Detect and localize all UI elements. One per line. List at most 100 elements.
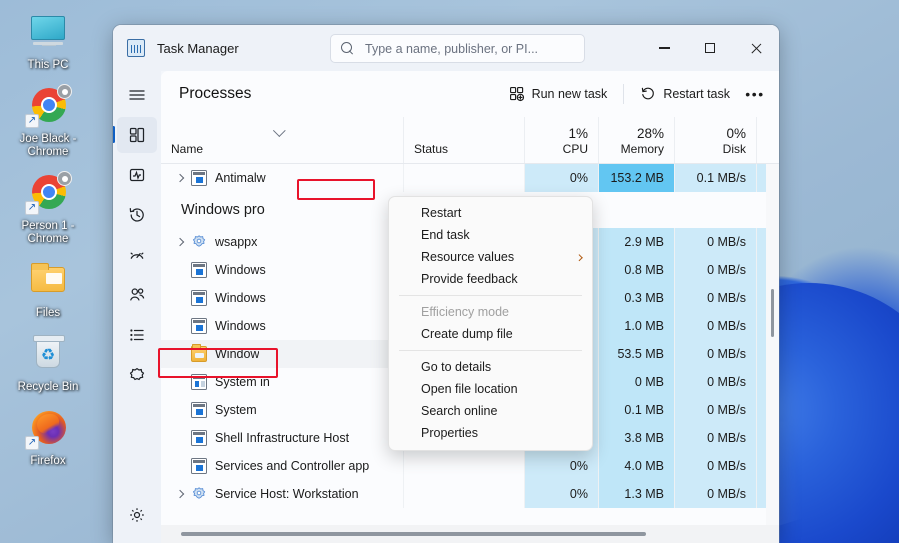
desktop-icon-joe-black-chrome[interactable]: ↗ Joe Black - Chrome — [2, 80, 94, 167]
maximize-button[interactable] — [687, 25, 733, 71]
sidebar-item-hamburger[interactable] — [117, 77, 157, 113]
toolbar-divider — [623, 84, 624, 104]
table-row[interactable]: Antimalw0%153.2 MB0.1 MB/s0 — [161, 164, 779, 192]
cell-status — [403, 480, 524, 508]
expand-toggle[interactable] — [169, 491, 191, 497]
more-options-button[interactable]: ••• — [739, 79, 771, 109]
column-header-memory[interactable]: 28% Memory — [598, 117, 674, 163]
cell-cpu: 0% — [524, 480, 598, 508]
cell-name: System in — [161, 368, 403, 396]
vertical-scrollbar-thumb[interactable] — [771, 289, 774, 337]
cell-name: Windows — [161, 312, 403, 340]
column-label: CPU — [535, 142, 588, 157]
table-row[interactable]: Services and Controller app0%4.0 MB0 MB/… — [161, 452, 779, 480]
desktop-icon-person-1-chrome[interactable]: ↗ Person 1 - Chrome — [2, 167, 94, 254]
chevron-right-icon — [176, 174, 184, 182]
process-name: Shell Infrastructure Host — [215, 431, 349, 445]
column-header-disk[interactable]: 0% Disk — [674, 117, 756, 163]
window-icon — [191, 402, 207, 418]
cell-name: Windows — [161, 284, 403, 312]
sidebar-item-details[interactable] — [117, 317, 157, 353]
sidebar-item-performance[interactable] — [117, 157, 157, 193]
minimize-button[interactable] — [641, 25, 687, 71]
column-header-status[interactable]: Status — [403, 117, 524, 163]
column-header-name[interactable]: Name — [161, 117, 403, 163]
sidebar-item-app-history[interactable] — [117, 197, 157, 233]
desktop-icon-files[interactable]: Files — [2, 254, 94, 328]
cell-memory: 0.3 MB — [598, 284, 674, 312]
users-icon — [128, 286, 146, 304]
cell-disk: 0 MB/s — [674, 228, 756, 256]
cell-memory: 0.1 MB — [598, 396, 674, 424]
window-icon — [191, 170, 207, 186]
context-menu-item-open-file-location[interactable]: Open file location — [389, 378, 592, 400]
process-name: Services and Controller app — [215, 459, 369, 473]
desktop-icon-label: Recycle Bin — [18, 381, 79, 394]
column-header-cpu[interactable]: 1% CPU — [524, 117, 598, 163]
context-menu-item-end-task[interactable]: End task — [389, 224, 592, 246]
cell-name: System — [161, 396, 403, 424]
horizontal-scrollbar-thumb[interactable] — [181, 532, 646, 536]
recycle-bin-icon — [25, 334, 71, 378]
process-name: System — [215, 403, 257, 417]
context-menu-item-resource-values[interactable]: Resource values — [389, 246, 592, 268]
run-new-task-icon — [509, 86, 525, 102]
task-manager-icon — [127, 39, 145, 57]
context-menu-separator — [399, 350, 582, 351]
expand-toggle[interactable] — [169, 239, 191, 245]
column-header-network[interactable]: 0 Netw — [756, 117, 779, 163]
cell-memory: 153.2 MB — [598, 164, 674, 192]
context-menu-item-label: Create dump file — [421, 327, 513, 341]
run-new-task-button[interactable]: Run new task — [500, 79, 617, 109]
page-title: Processes — [179, 85, 500, 103]
context-menu-item-label: Properties — [421, 426, 478, 440]
cell-disk: 0 MB/s — [674, 368, 756, 396]
process-name: Window — [215, 347, 259, 361]
expand-toggle[interactable] — [169, 175, 191, 181]
context-menu-item-search-online[interactable]: Search online — [389, 400, 592, 422]
sidebar-item-settings[interactable] — [117, 497, 157, 533]
horizontal-scrollbar[interactable] — [161, 525, 779, 543]
search-input[interactable]: Type a name, publisher, or PI... — [330, 34, 585, 63]
list-icon — [128, 326, 146, 344]
context-menu-separator — [399, 295, 582, 296]
cell-status — [403, 452, 524, 480]
desktop-icon-this-pc[interactable]: This PC — [2, 6, 94, 80]
context-menu-item-go-to-details[interactable]: Go to details — [389, 356, 592, 378]
desktop-icon-firefox[interactable]: ↗ Firefox — [2, 402, 94, 476]
close-icon — [750, 42, 762, 54]
vertical-scrollbar[interactable] — [766, 164, 779, 525]
sidebar-item-users[interactable] — [117, 277, 157, 313]
cell-disk: 0.1 MB/s — [674, 164, 756, 192]
restart-task-label: Restart task — [663, 87, 730, 101]
table-row[interactable]: Service Host: Workstation0%1.3 MB0 MB/s0 — [161, 480, 779, 508]
sort-caret-icon — [273, 124, 286, 137]
column-label: Status — [414, 142, 514, 157]
folder-icon — [25, 260, 71, 304]
maximize-icon — [705, 43, 715, 53]
context-menu-item-create-dump-file[interactable]: Create dump file — [389, 323, 592, 345]
search-placeholder: Type a name, publisher, or PI... — [365, 42, 538, 56]
window-icon — [191, 262, 207, 278]
desktop-icon-label: This PC — [28, 59, 69, 72]
sidebar-item-startup-apps[interactable] — [117, 237, 157, 273]
cell-disk: 0 MB/s — [674, 340, 756, 368]
chrome-icon: ↗ — [25, 173, 71, 217]
sidebar-item-processes[interactable] — [117, 117, 157, 153]
gear-icon — [191, 486, 207, 502]
cell-name: Service Host: Workstation — [161, 480, 403, 508]
window-titlebar[interactable]: Task Manager Type a name, publisher, or … — [113, 25, 779, 71]
desktop-icon-label: Joe Black - Chrome — [4, 133, 92, 159]
cell-name: wsappx — [161, 228, 403, 256]
restart-task-button[interactable]: Restart task — [631, 79, 739, 109]
context-menu-item-restart[interactable]: Restart — [389, 202, 592, 224]
desktop-icon-recycle-bin[interactable]: Recycle Bin — [2, 328, 94, 402]
close-button[interactable] — [733, 25, 779, 71]
cell-memory: 0 MB — [598, 368, 674, 396]
context-menu-item-properties[interactable]: Properties — [389, 422, 592, 444]
cell-memory: 3.8 MB — [598, 424, 674, 452]
table-header-row: Name Status 1% CPU 28% Memory — [161, 117, 779, 164]
context-menu-item-provide-feedback[interactable]: Provide feedback — [389, 268, 592, 290]
toolbar: Processes Run new task — [161, 71, 779, 117]
sidebar-item-services[interactable] — [117, 357, 157, 393]
